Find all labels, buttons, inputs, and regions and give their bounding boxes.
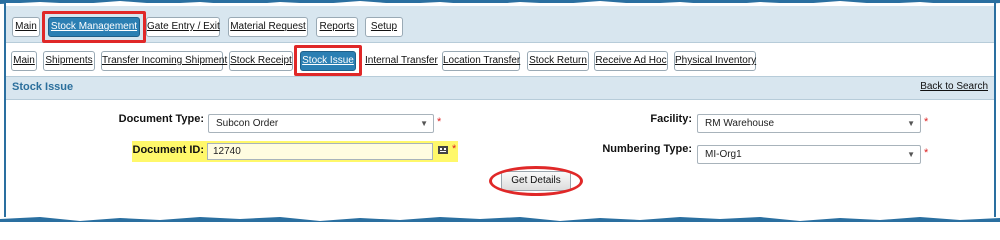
main-tab-main[interactable]: Main: [12, 17, 40, 37]
panel-header: Stock Issue Back to Search: [6, 76, 994, 100]
back-to-search-link[interactable]: Back to Search: [920, 81, 988, 92]
required-marker: *: [452, 143, 457, 155]
main-tab-material-request[interactable]: Material Request: [228, 17, 308, 37]
required-marker: *: [924, 116, 929, 128]
numbering-type-value: MI-Org1: [705, 149, 742, 160]
numbering-type-label: Numbering Type:: [602, 143, 692, 155]
facility-value: RM Warehouse: [705, 118, 775, 129]
document-id-input[interactable]: 12740: [207, 143, 433, 160]
main-tab-gate-entry-exit[interactable]: Gate Entry / Exit: [146, 17, 220, 37]
annotation-highlight-oval: [489, 166, 583, 196]
chevron-down-icon: ▼: [907, 150, 915, 159]
main-tab-reports[interactable]: Reports: [316, 17, 358, 37]
sub-tab-stock-receipt[interactable]: Stock Receipt: [229, 51, 293, 71]
facility-label: Facility:: [650, 113, 692, 125]
panel-title: Stock Issue: [12, 81, 74, 93]
document-type-value: Subcon Order: [216, 118, 279, 129]
sub-tab-receive-ad-hoc[interactable]: Receive Ad Hoc: [594, 51, 668, 71]
sub-tab-transfer-incoming-shipment[interactable]: Transfer Incoming Shipment: [101, 51, 227, 71]
sub-tab-physical-inventory[interactable]: Physical Inventory: [674, 51, 756, 71]
sub-tab-main[interactable]: Main: [11, 51, 37, 71]
lookup-icon[interactable]: [437, 144, 450, 159]
numbering-type-select[interactable]: MI-Org1 ▼: [697, 145, 921, 164]
document-type-label: Document Type:: [118, 113, 204, 125]
sub-tab-shipments[interactable]: Shipments: [43, 51, 95, 71]
sub-tab-location-transfer[interactable]: Location Transfer: [442, 51, 520, 71]
required-marker: *: [924, 147, 929, 159]
chevron-down-icon: ▼: [420, 119, 428, 128]
facility-select[interactable]: RM Warehouse ▼: [697, 114, 921, 133]
annotation-highlight-box: [42, 11, 146, 43]
sub-tab-internal-transfer[interactable]: Internal Transfer: [364, 51, 438, 71]
main-tab-setup[interactable]: Setup: [365, 17, 403, 37]
document-id-label: Document ID:: [132, 144, 205, 156]
annotation-highlight-box: [294, 45, 362, 76]
sub-tab-stock-return[interactable]: Stock Return: [527, 51, 589, 71]
chevron-down-icon: ▼: [907, 119, 915, 128]
document-type-select[interactable]: Subcon Order ▼: [208, 114, 434, 133]
required-marker: *: [437, 116, 442, 128]
